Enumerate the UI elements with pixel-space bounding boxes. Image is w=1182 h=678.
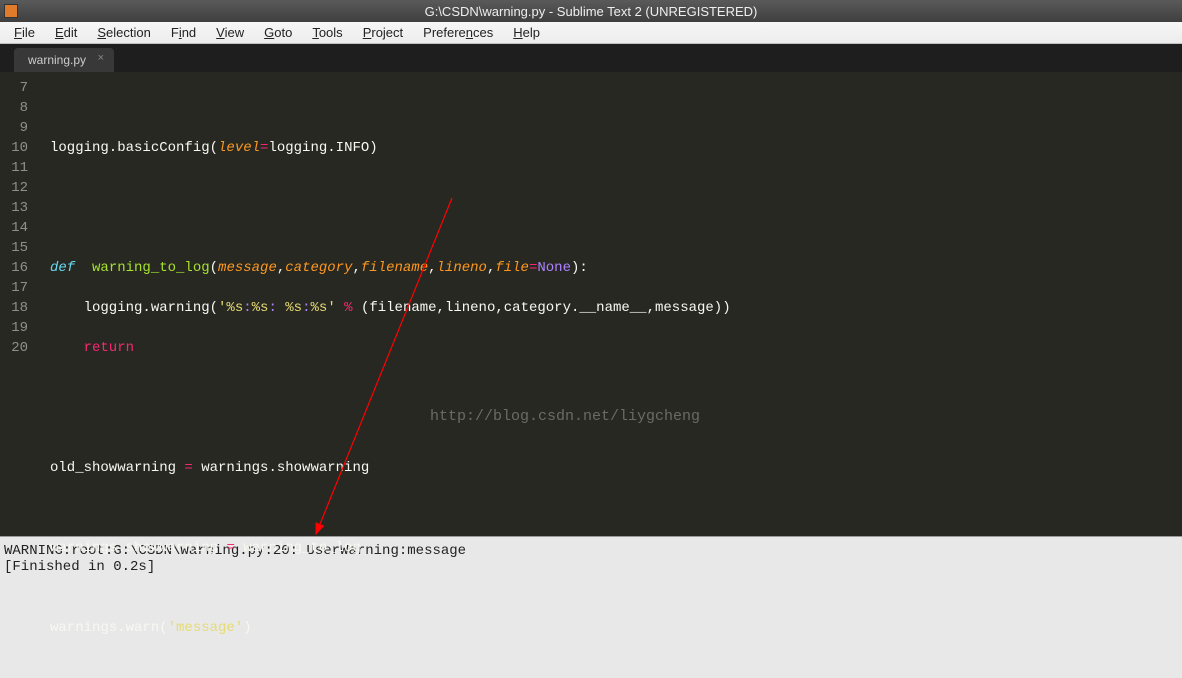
code-line: def warning_to_log(message,category,file… <box>50 258 1182 278</box>
code-line <box>50 418 1182 438</box>
line-number: 18 <box>0 298 28 318</box>
code-line: old_showwarning = warnings.showwarning <box>50 458 1182 478</box>
menu-edit[interactable]: Edit <box>45 25 87 40</box>
line-number: 14 <box>0 218 28 238</box>
menu-tools[interactable]: Tools <box>302 25 352 40</box>
line-number: 15 <box>0 238 28 258</box>
menu-find[interactable]: Find <box>161 25 206 40</box>
code-line: warnings.warn('message') <box>50 618 1182 638</box>
line-number: 12 <box>0 178 28 198</box>
menu-selection[interactable]: Selection <box>87 25 160 40</box>
menu-goto[interactable]: Goto <box>254 25 302 40</box>
menu-file[interactable]: File <box>4 25 45 40</box>
line-number: 9 <box>0 118 28 138</box>
line-number: 7 <box>0 78 28 98</box>
code-line <box>50 498 1182 518</box>
code-line: return <box>50 338 1182 358</box>
line-number: 13 <box>0 198 28 218</box>
code-line <box>50 578 1182 598</box>
line-number: 8 <box>0 98 28 118</box>
line-number: 19 <box>0 318 28 338</box>
app-icon <box>4 4 18 18</box>
tab-bar: warning.py × <box>0 44 1182 72</box>
title-bar: G:\CSDN\warning.py - Sublime Text 2 (UNR… <box>0 0 1182 22</box>
tab-label: warning.py <box>28 53 86 67</box>
code-area[interactable]: logging.basicConfig(level=logging.INFO) … <box>38 72 1182 536</box>
window-title: G:\CSDN\warning.py - Sublime Text 2 (UNR… <box>425 4 758 19</box>
tab-warning-py[interactable]: warning.py × <box>14 48 114 72</box>
menu-help[interactable]: Help <box>503 25 550 40</box>
editor[interactable]: 7 8 9 10 11 12 13 14 15 16 17 18 19 20 l… <box>0 72 1182 536</box>
menu-project[interactable]: Project <box>353 25 413 40</box>
tab-close-icon[interactable]: × <box>98 52 104 64</box>
code-line: logging.basicConfig(level=logging.INFO) <box>50 138 1182 158</box>
code-line: warnings.showwarning = warning_to_log <box>50 538 1182 558</box>
menu-preferences[interactable]: Preferences <box>413 25 503 40</box>
line-number: 11 <box>0 158 28 178</box>
code-line <box>50 178 1182 198</box>
menu-bar: File Edit Selection Find View Goto Tools… <box>0 22 1182 44</box>
line-number: 20 <box>0 338 28 358</box>
code-line <box>50 218 1182 238</box>
code-line <box>50 378 1182 398</box>
line-number: 17 <box>0 278 28 298</box>
code-line <box>50 98 1182 118</box>
line-number: 16 <box>0 258 28 278</box>
code-line: logging.warning('%s:%s: %s:%s' % (filena… <box>50 298 1182 318</box>
menu-view[interactable]: View <box>206 25 254 40</box>
line-gutter: 7 8 9 10 11 12 13 14 15 16 17 18 19 20 <box>0 72 38 536</box>
line-number: 10 <box>0 138 28 158</box>
